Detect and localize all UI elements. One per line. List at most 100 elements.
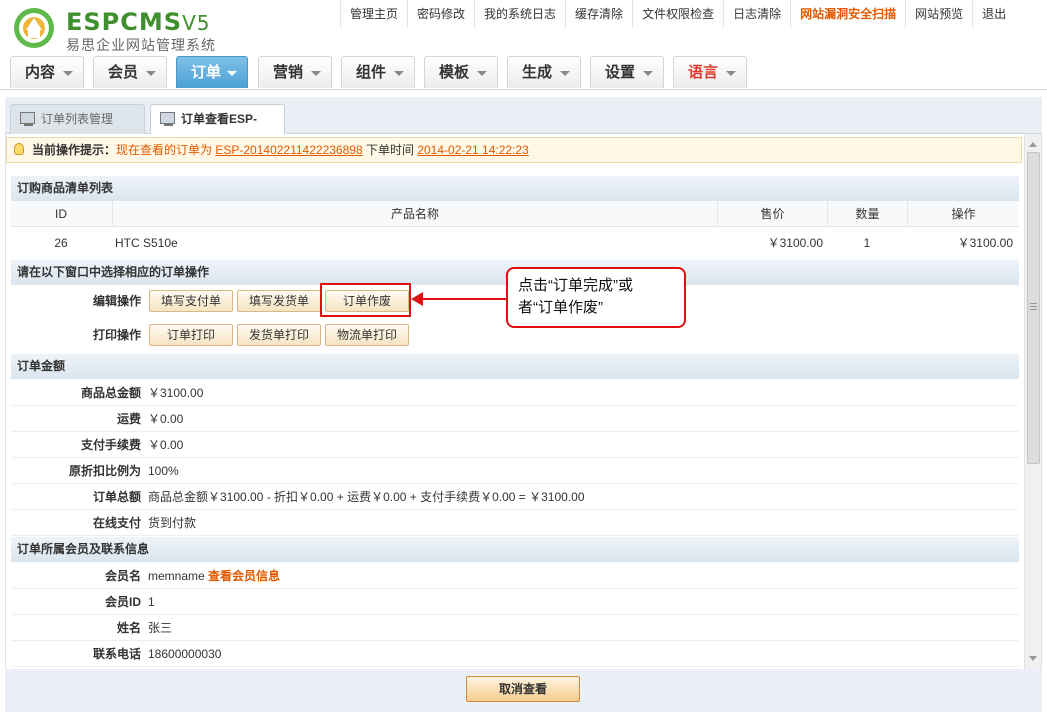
scrollbar[interactable] xyxy=(1024,134,1041,669)
grip-icon xyxy=(1030,303,1037,304)
amount-label: 在线支付 xyxy=(92,516,141,530)
callout-line: 者“订单作废” xyxy=(518,299,603,316)
amount-label: 支付手续费 xyxy=(80,438,141,452)
bottom-bar: 取消查看 xyxy=(5,669,1042,712)
nav-tab-template[interactable]: 模板 xyxy=(424,56,498,88)
arrow-line xyxy=(421,298,509,300)
callout-line: 点击“订单完成”或 xyxy=(518,277,633,294)
view-member-link[interactable]: 查看会员信息 xyxy=(208,569,280,583)
nav-tab-settings[interactable]: 设置 xyxy=(590,56,664,88)
nav-tab-label: 订单 xyxy=(191,64,222,81)
amount-value: 100% xyxy=(148,464,179,478)
member-value: 1 xyxy=(148,595,155,609)
topnav-password[interactable]: 密码修改 xyxy=(407,0,474,28)
member-label: 姓名 xyxy=(116,621,141,635)
member-label: 联系电话 xyxy=(92,647,141,661)
cancel-view-button[interactable]: 取消查看 xyxy=(466,676,580,702)
print-ops-label: 打印操作 xyxy=(92,328,141,342)
chevron-down-icon xyxy=(311,71,321,76)
scroll-thumb[interactable] xyxy=(1027,152,1040,464)
print-delivery-button[interactable]: 发货单打印 xyxy=(237,324,321,346)
topnav-security-scan[interactable]: 网站漏洞安全扫描 xyxy=(790,0,905,28)
amount-row: 在线支付 货到付款 xyxy=(11,510,1019,536)
subtab-order-view[interactable]: 订单查看ESP- xyxy=(150,104,285,134)
chevron-down-icon xyxy=(477,71,487,76)
print-logistics-button[interactable]: 物流单打印 xyxy=(325,324,409,346)
nav-tab-label: 组件 xyxy=(356,64,387,81)
section-goods-title: 订购商品清单列表 xyxy=(11,175,1019,201)
amount-value: 货到付款 xyxy=(148,516,197,530)
fill-shipping-button[interactable]: 填写发货单 xyxy=(237,290,321,312)
logo[interactable]: ESPCMSV5 易思企业网站管理系统 xyxy=(10,6,230,53)
scroll-up-icon[interactable] xyxy=(1029,142,1037,147)
amount-value: ￥3100.00 xyxy=(148,386,204,400)
member-row: 会员名 memname 查看会员信息 xyxy=(11,563,1019,589)
logo-brand-text: ESPCMS xyxy=(66,8,183,36)
member-row: 联系电话 18600000030 xyxy=(11,641,1019,667)
nav-tab-marketing[interactable]: 营销 xyxy=(258,56,332,88)
topnav-clear-cache[interactable]: 缓存清除 xyxy=(565,0,632,28)
chevron-down-icon xyxy=(726,71,736,76)
member-label: 会员名 xyxy=(104,569,141,583)
nav-tab-label: 语言 xyxy=(688,64,719,81)
nav-tab-label: 模板 xyxy=(439,64,470,81)
scroll-down-icon[interactable] xyxy=(1029,656,1037,661)
chevron-down-icon xyxy=(560,71,570,76)
col-id: ID xyxy=(55,207,67,221)
fill-payment-button[interactable]: 填写支付单 xyxy=(149,290,233,312)
lightbulb-icon xyxy=(14,143,24,155)
amount-label: 订单总额 xyxy=(92,490,141,504)
header: ESPCMSV5 易思企业网站管理系统 管理主页 密码修改 我的系统日志 缓存清… xyxy=(0,0,1047,100)
nav-tab-member[interactable]: 会员 xyxy=(93,56,167,88)
amount-label: 原折扣比例为 xyxy=(68,464,141,478)
member-value: 18600000030 xyxy=(148,647,222,661)
cell-subtotal: ￥3100.00 xyxy=(957,236,1013,250)
goods-table-header: ID 产品名称 售价 数量 操作 xyxy=(11,201,1019,227)
logo-brand: ESPCMSV5 xyxy=(66,8,210,36)
nav-tab-component[interactable]: 组件 xyxy=(341,56,415,88)
topnav-home[interactable]: 管理主页 xyxy=(340,0,407,28)
nav-tab-generate[interactable]: 生成 xyxy=(507,56,581,88)
tip-order-number[interactable]: ESP-201402211422236898 xyxy=(215,143,362,157)
subtab-order-list[interactable]: 订单列表管理 xyxy=(10,104,145,134)
section-member-title: 订单所属会员及联系信息 xyxy=(11,536,1019,562)
table-row: 26 HTC S510e ￥3100.00 1 ￥3100.00 xyxy=(11,230,1019,256)
content-frame: 当前操作提示：现在查看的订单为 ESP-201402211422236898 下… xyxy=(5,134,1042,669)
col-name: 产品名称 xyxy=(112,201,717,227)
amount-label: 商品总金额 xyxy=(80,386,141,400)
member-username: memname xyxy=(148,569,205,583)
col-qty: 数量 xyxy=(827,201,907,227)
nav-tab-language[interactable]: 语言 xyxy=(673,56,747,88)
topnav-preview[interactable]: 网站预览 xyxy=(905,0,972,28)
amount-row: 支付手续费 ￥0.00 xyxy=(11,432,1019,458)
col-op: 操作 xyxy=(907,201,1019,227)
chevron-down-icon xyxy=(394,71,404,76)
col-price: 售价 xyxy=(717,201,827,227)
cell-price: ￥3100.00 xyxy=(767,236,823,250)
callout-note: 点击“订单完成”或 者“订单作废” xyxy=(506,267,686,328)
amount-row: 商品总金额 ￥3100.00 xyxy=(11,380,1019,406)
nav-tab-label: 会员 xyxy=(108,64,139,81)
sub-tabs: 订单列表管理 订单查看ESP- xyxy=(5,97,1042,134)
top-nav: 管理主页 密码修改 我的系统日志 缓存清除 文件权限检查 日志清除 网站漏洞安全… xyxy=(340,0,1015,28)
nav-tab-content[interactable]: 内容 xyxy=(10,56,84,88)
topnav-my-log[interactable]: 我的系统日志 xyxy=(474,0,565,28)
highlight-box xyxy=(320,283,411,317)
nav-tab-label: 内容 xyxy=(25,64,56,81)
member-row: 姓名 张三 xyxy=(11,615,1019,641)
logo-subtitle: 易思企业网站管理系统 xyxy=(66,37,216,53)
nav-tab-order[interactable]: 订单 xyxy=(176,56,248,88)
topnav-clear-log[interactable]: 日志清除 xyxy=(723,0,790,28)
print-order-button[interactable]: 订单打印 xyxy=(149,324,233,346)
topnav-file-perm[interactable]: 文件权限检查 xyxy=(632,0,723,28)
tip-order-time[interactable]: 2014-02-21 14:22:23 xyxy=(417,143,528,157)
amount-row: 运费 ￥0.00 xyxy=(11,406,1019,432)
tip-text: 现在查看的订单为 xyxy=(116,143,213,157)
nav-tab-label: 营销 xyxy=(273,64,304,81)
nav-tab-label: 设置 xyxy=(605,64,636,81)
main-nav: 内容 会员 订单 营销 组件 模板 生成 设置 语言 xyxy=(0,56,1047,90)
topnav-logout[interactable]: 退出 xyxy=(972,0,1015,28)
cell-id: 26 xyxy=(54,236,68,250)
tip-time-label: 下单时间 xyxy=(365,143,414,157)
chevron-down-icon xyxy=(643,71,653,76)
